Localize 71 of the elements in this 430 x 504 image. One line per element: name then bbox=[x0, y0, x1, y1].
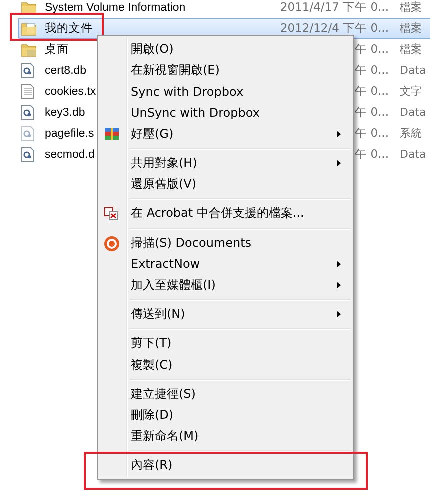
folder-icon bbox=[21, 42, 37, 58]
file-name[interactable]: cookies.tx bbox=[45, 86, 96, 98]
menu-item[interactable]: 在新視窗開啟(E) bbox=[100, 60, 351, 82]
gear-file-icon bbox=[21, 62, 35, 78]
menu-item[interactable]: 好壓(G) bbox=[100, 124, 351, 145]
file-type: 檔案 bbox=[400, 21, 423, 36]
acrobat-icon bbox=[104, 206, 120, 222]
file-type: 系統 bbox=[400, 126, 423, 141]
menu-item-label: 刪除(D) bbox=[131, 406, 175, 424]
text-file-icon bbox=[21, 84, 35, 100]
menu-item[interactable]: 刪除(D) bbox=[100, 404, 351, 426]
menu-item-label: 剪下(T) bbox=[131, 335, 173, 352]
file-name: 我的文件 bbox=[45, 22, 93, 36]
menu-item[interactable]: 還原舊版(V) bbox=[100, 174, 351, 196]
file-name[interactable]: secmod.d bbox=[45, 148, 95, 160]
folder-icon bbox=[21, 0, 37, 16]
modified-date: 2011/4/17 下午 0... bbox=[280, 0, 389, 15]
menu-item[interactable]: 掃描(S) Docouments bbox=[100, 232, 351, 254]
file-name[interactable]: 桌面 bbox=[45, 42, 69, 57]
menu-item-label: 開啟(O) bbox=[131, 41, 175, 58]
modified-date: 2012/12/4 下午 0... bbox=[280, 21, 389, 36]
menu-item-label: 內容(R) bbox=[131, 457, 174, 474]
menu-item-label: 在 Acrobat 中合併支援的檔案... bbox=[131, 205, 306, 222]
menu-item-label: Sync with Dropbox bbox=[131, 84, 245, 99]
file-type: Data bbox=[400, 106, 428, 119]
modified-date: 午 0... bbox=[355, 126, 389, 141]
menu-item-label: 加入至媒體櫃(I) bbox=[131, 276, 217, 294]
file-name[interactable]: cert8.db bbox=[45, 64, 87, 76]
menu-item-label: 還原舊版(V) bbox=[131, 176, 198, 194]
menu-item[interactable]: ExtractNow bbox=[100, 254, 351, 275]
menu-item[interactable]: 重新命名(M) bbox=[100, 426, 351, 448]
folder-icon bbox=[21, 20, 37, 36]
file-name[interactable]: key3.db bbox=[45, 106, 86, 118]
file-type: Data bbox=[400, 64, 428, 77]
file-name[interactable]: pagefile.s bbox=[45, 128, 94, 140]
menu-item[interactable]: 剪下(T) bbox=[100, 333, 351, 354]
file-type: Data bbox=[400, 148, 428, 161]
modified-date: 午 0... bbox=[355, 147, 389, 162]
menu-item[interactable]: 共用對象(H) bbox=[100, 152, 351, 174]
menu-item-label: UnSync with Dropbox bbox=[131, 106, 261, 120]
menu-item-label: 在新視窗開啟(E) bbox=[131, 62, 221, 80]
modified-date: 午 0... bbox=[355, 105, 389, 120]
menu-item[interactable]: 複製(C) bbox=[100, 354, 351, 376]
gear-file-icon bbox=[21, 146, 35, 162]
modified-date: 午 0... bbox=[355, 84, 389, 99]
gear-file-icon bbox=[21, 104, 35, 120]
modified-date: 午 0... bbox=[355, 63, 389, 78]
menu-item[interactable]: Sync with Dropbox bbox=[100, 81, 351, 103]
file-type: 檔案 bbox=[400, 0, 423, 15]
gear-file-icon bbox=[21, 126, 35, 142]
menu-item[interactable]: 開啟(O) bbox=[100, 39, 351, 60]
menu-item[interactable]: 內容(R) bbox=[100, 455, 351, 476]
menu-item-label: 複製(C) bbox=[131, 356, 174, 374]
menu-item-label: 好壓(G) bbox=[131, 126, 175, 143]
modified-date: 午 0... bbox=[355, 42, 389, 57]
file-type: 檔案 bbox=[400, 42, 423, 57]
file-name[interactable]: System Volume Information bbox=[45, 2, 186, 14]
menu-item[interactable]: UnSync with Dropbox bbox=[100, 102, 351, 124]
menu-item[interactable]: 傳送到(N) bbox=[100, 304, 351, 326]
menu-item-label: 掃描(S) Docouments bbox=[131, 234, 253, 252]
menu-item[interactable]: 在 Acrobat 中合併支援的檔案... bbox=[100, 203, 351, 224]
menu-item-label: ExtractNow bbox=[131, 257, 202, 272]
menu-item[interactable]: 加入至媒體櫃(I) bbox=[100, 274, 351, 296]
scan-icon bbox=[104, 236, 120, 252]
menu-item-label: 傳送到(N) bbox=[131, 306, 186, 324]
menu-item-label: 共用對象(H) bbox=[131, 155, 198, 172]
archive-icon bbox=[104, 126, 120, 141]
menu-item-label: 重新命名(M) bbox=[131, 428, 200, 446]
menu-item[interactable]: 建立捷徑(S) bbox=[100, 384, 351, 405]
file-type: 文字 bbox=[400, 84, 423, 99]
menu-item-label: 建立捷徑(S) bbox=[131, 386, 197, 403]
